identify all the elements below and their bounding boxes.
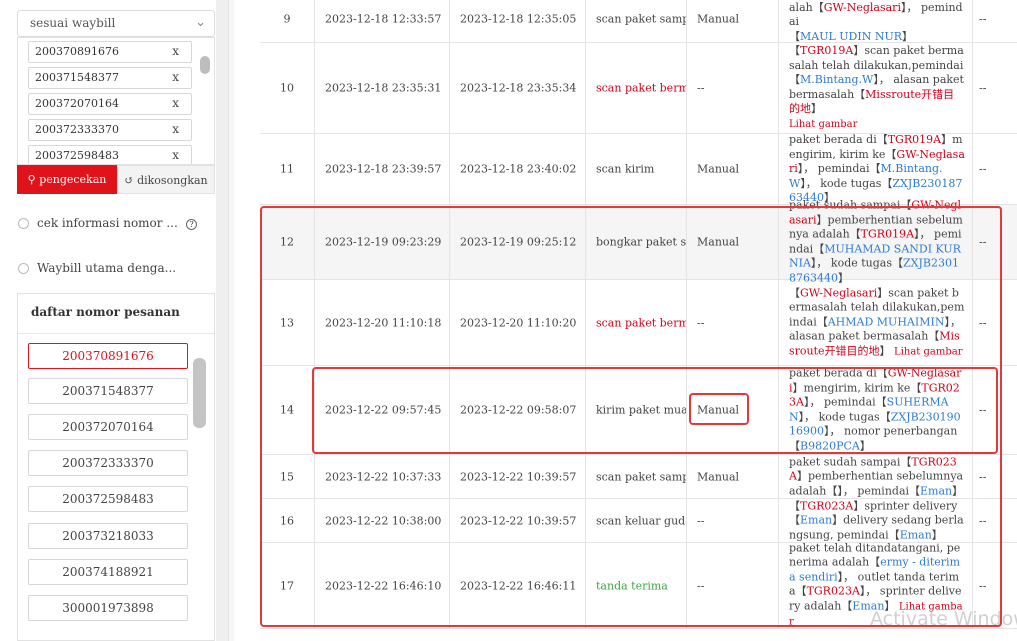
order-item[interactable]: 200374188921 [28,559,188,585]
divider [18,333,214,334]
radio-main-waybill[interactable]: Waybill utama denga... [18,261,208,275]
cell-source: Manual [687,0,779,42]
cell-extra: -- [979,162,987,176]
radio-label: cek informasi nomor ... [37,216,178,230]
filter-select[interactable]: sesuai waybill ⌄ [17,10,215,37]
view-image-link[interactable]: Lihat gambar [789,119,857,130]
description-text: paket berada di【TGR019A】mengirim, kirim … [789,132,965,204]
cell-description: 【TGR019A】scan paket bermasalah telah dil… [779,43,973,133]
cell-scan-type: scan paket bermasalah [586,43,687,133]
waybill-chip[interactable]: 200370891676 x [28,41,192,63]
order-item[interactable]: 200372598483 [28,486,188,512]
cell-scan-time: 2023-12-18 23:35:31 [315,43,450,133]
remove-icon[interactable]: x [172,70,179,84]
chevron-down-icon: ⌄ [195,15,206,30]
remove-icon[interactable]: x [172,44,179,58]
clear-button-label: dikosongkan [137,174,208,187]
order-item[interactable]: 200371548377 [28,378,188,404]
cell-description: pemberhentian sebelumnya adalah【GW-Negla… [779,0,973,43]
search-icon: ⚲ [27,173,36,186]
order-item[interactable]: 200373218033 [28,523,188,549]
waybill-scrollbar[interactable] [200,56,210,74]
remove-icon[interactable]: x [172,96,179,110]
cell-scan-time: 2023-12-18 12:33:57 [315,0,450,42]
clear-button[interactable]: ↺ dikosongkan [117,165,215,194]
help-icon[interactable]: ? [186,219,197,230]
table-row: 10 2023-12-18 23:35:31 2023-12-18 23:35:… [260,43,1017,134]
order-item[interactable]: 300001973898 [28,595,188,621]
description-text: 【TGR019A】scan paket bermasalah telah dil… [789,44,964,130]
cell-scan-time: 2023-12-18 23:39:57 [315,134,450,204]
radio-label: Waybill utama denga... [37,261,177,275]
remove-icon[interactable]: x [172,122,179,136]
description-text: pemberhentian sebelumnya adalah【GW-Negla… [789,0,963,43]
search-button[interactable]: ⚲ pengecekan [17,165,117,194]
radio-circle[interactable] [18,263,29,274]
cell-description: paket berada di【TGR019A】mengirim, kirim … [779,132,973,204]
cell-no: 9 [260,0,315,42]
order-item[interactable]: 200370891676 [28,343,188,369]
table-row: 11 2023-12-18 23:39:57 2023-12-18 23:40:… [260,132,1017,205]
order-list-panel: daftar nomor pesanan 200370891676 200371… [17,293,215,641]
waybill-input-list[interactable]: 200370891676 x 200371548377 x 200372070164… [17,37,215,165]
waybill-chip-text: 200372070164 [35,97,119,110]
cell-source: Manual [687,134,779,204]
order-list-title: daftar nomor pesanan [31,305,180,319]
cell-upload-time: 2023-12-18 23:35:34 [450,43,586,133]
cell-upload-time: 2023-12-18 23:40:02 [450,134,586,204]
remove-icon[interactable]: x [172,148,179,162]
cell-source: -- [687,43,779,133]
cell-no: 11 [260,134,315,204]
table-row: 9 2023-12-18 12:33:57 2023-12-18 12:35:0… [260,0,1017,43]
radio-circle[interactable] [18,218,29,229]
cell-scan-type: scan kirim [586,134,687,204]
cell-extra: -- [979,12,987,25]
filter-select-value: sesuai waybill [30,16,116,30]
cell-scan-type: scan paket sampai [586,0,687,42]
sidebar: sesuai waybill ⌄ 200370891676 x 200371548… [0,0,216,641]
order-item[interactable]: 200372333370 [28,450,188,476]
order-list-scrollbar[interactable] [193,358,206,428]
highlight-box-manual [689,393,749,425]
cell-upload-time: 2023-12-18 12:35:05 [450,0,586,42]
os-watermark: Activate Windows [870,608,1017,630]
waybill-chip-text: 200371548377 [35,71,119,84]
radio-check-info[interactable]: cek informasi nomor ... [18,216,208,230]
cell-extra: -- [979,81,987,95]
reset-icon: ↺ [124,174,134,187]
tracking-table: 9 2023-12-18 12:33:57 2023-12-18 12:35:0… [260,0,1017,641]
waybill-chip-text: 200372598483 [35,149,119,162]
highlight-box-row-14 [312,367,998,454]
search-button-label: pengecekan [39,173,107,186]
app-root: sesuai waybill ⌄ 200370891676 x 200371548… [0,0,1017,641]
waybill-chip[interactable]: 200371548377 x [28,67,192,89]
cell-no: 10 [260,43,315,133]
waybill-chip-text: 200370891676 [35,45,119,58]
waybill-chip-text: 200372333370 [35,123,119,136]
waybill-chip[interactable]: 200372598483 x [28,145,192,164]
order-item[interactable]: 200372070164 [28,414,188,440]
waybill-chip[interactable]: 200372333370 x [28,119,192,141]
sidebar-scroll-track [216,0,228,641]
waybill-chip[interactable]: 200372070164 x [28,93,192,115]
panel-divider[interactable] [228,0,234,641]
